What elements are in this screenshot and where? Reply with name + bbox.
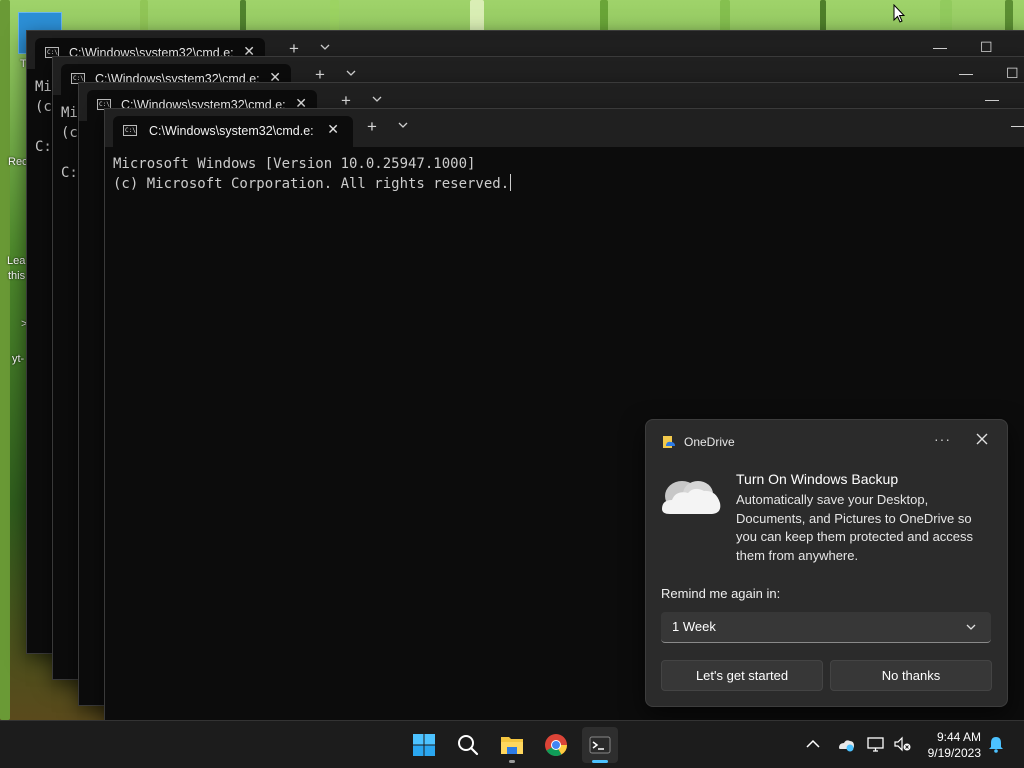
- remind-dropdown-value: 1 Week: [672, 619, 716, 634]
- clock-time: 9:44 AM: [936, 730, 981, 744]
- active-indicator: [592, 760, 608, 763]
- clock[interactable]: 9:44 AM 9/19/2023: [928, 729, 981, 761]
- desktop-text-yt: yt-: [12, 353, 25, 365]
- desktop-text-this: this: [8, 270, 26, 282]
- terminal-tab[interactable]: C:\ C:\Windows\system32\cmd.e: ✕: [113, 116, 353, 147]
- notification-heading: Turn On Windows Backup: [736, 471, 899, 487]
- tab-dropdown-icon[interactable]: [397, 118, 409, 132]
- cmd-icon: C:\: [123, 125, 137, 136]
- search-icon: [458, 735, 479, 756]
- terminal-button[interactable]: [582, 727, 618, 763]
- windows-logo-icon: [413, 734, 435, 756]
- onedrive-app-icon: [663, 436, 675, 448]
- running-indicator: [509, 760, 515, 763]
- remind-label: Remind me again in:: [661, 586, 781, 601]
- chrome-icon: [545, 734, 567, 756]
- lets-get-started-button[interactable]: Let's get started: [661, 660, 823, 691]
- mouse-pointer-icon: [893, 4, 905, 23]
- terminal-output[interactable]: Microsoft Windows [Version 10.0.25947.10…: [113, 154, 512, 194]
- terminal-output: Mi (c C:: [35, 77, 52, 157]
- desktop-text-rec: Rec: [8, 156, 28, 168]
- terminal-line: C:: [61, 165, 78, 181]
- network-icon[interactable]: [866, 734, 886, 754]
- search-button[interactable]: [450, 727, 486, 763]
- title-bar[interactable]: C:\ C:\Windows\system32\cmd.e: ✕ + —: [105, 109, 1024, 147]
- clock-date: 9/19/2023: [927, 746, 981, 760]
- maximize-icon[interactable]: ☐: [1006, 65, 1019, 82]
- terminal-line: (c) Microsoft Corporation. All rights re…: [113, 176, 510, 192]
- terminal-line: (c: [35, 99, 52, 115]
- minimize-icon[interactable]: —: [1011, 117, 1024, 133]
- onedrive-cloud-icon: [662, 481, 721, 514]
- text-cursor: [510, 174, 512, 191]
- folder-icon: [501, 737, 523, 754]
- minimize-icon[interactable]: —: [959, 65, 973, 81]
- tab-dropdown-icon[interactable]: [371, 92, 383, 106]
- terminal-line: Mi: [61, 105, 78, 121]
- terminal-line: C:: [35, 139, 52, 155]
- close-tab-icon[interactable]: ✕: [327, 121, 339, 138]
- minimize-icon[interactable]: —: [933, 39, 947, 55]
- tab-title: C:\Windows\system32\cmd.e:: [149, 124, 314, 138]
- chevron-up-icon[interactable]: [803, 734, 823, 754]
- terminal-icon: [589, 736, 611, 754]
- maximize-icon[interactable]: ☐: [980, 39, 993, 56]
- onedrive-notification[interactable]: OneDrive ··· Turn On Windows Backup Auto…: [645, 419, 1008, 707]
- onedrive-tray-icon[interactable]: [836, 734, 856, 754]
- start-button[interactable]: [406, 727, 442, 763]
- file-explorer-button[interactable]: [494, 727, 530, 763]
- desktop-text-lea: Lea: [7, 255, 26, 267]
- close-icon[interactable]: [974, 431, 990, 447]
- notification-body: Automatically save your Desktop, Documen…: [736, 492, 974, 563]
- terminal-line: Microsoft Windows [Version 10.0.25947.10…: [113, 156, 476, 172]
- tab-dropdown-icon[interactable]: [345, 66, 357, 80]
- new-tab-button[interactable]: +: [367, 117, 377, 137]
- terminal-line: (c: [61, 125, 78, 141]
- chevron-down-icon: [966, 624, 976, 630]
- taskbar: 9:44 AM 9/19/2023: [0, 720, 1024, 768]
- terminal-line: Mi: [35, 79, 52, 95]
- no-thanks-button[interactable]: No thanks: [830, 660, 992, 691]
- terminal-output: Mi (c C:: [61, 103, 78, 183]
- tab-dropdown-icon[interactable]: [319, 40, 331, 54]
- volume-muted-icon[interactable]: [893, 734, 913, 754]
- minimize-icon[interactable]: —: [985, 91, 999, 107]
- remind-dropdown[interactable]: 1 Week: [661, 612, 991, 643]
- chrome-button[interactable]: [538, 727, 574, 763]
- notification-app-name: OneDrive: [684, 435, 735, 449]
- notification-bell-icon[interactable]: [986, 734, 1006, 754]
- more-options-icon[interactable]: ···: [934, 431, 951, 447]
